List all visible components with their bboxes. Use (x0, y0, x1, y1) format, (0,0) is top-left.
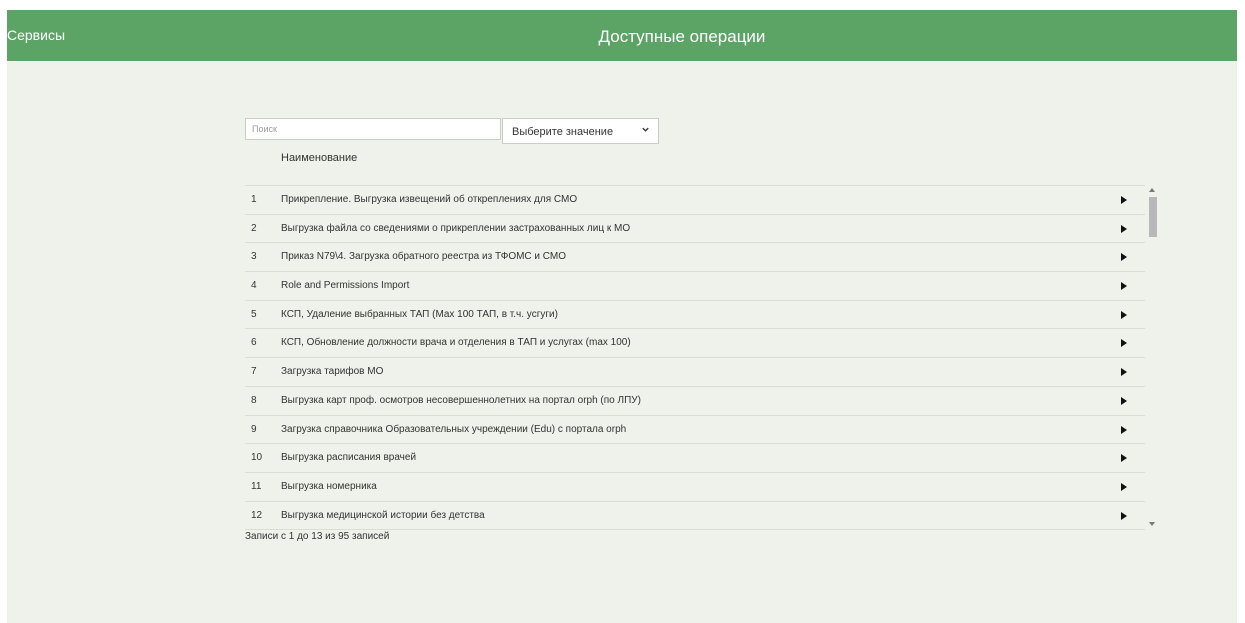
table-row[interactable]: 1 Прикрепление. Выгрузка извещений об отк… (245, 186, 1145, 215)
play-arrow-icon[interactable] (1121, 310, 1127, 319)
play-arrow-icon[interactable] (1121, 396, 1127, 405)
table-row[interactable]: 2 Выгрузка файла со сведениями о прикрепл… (245, 215, 1145, 244)
scroll-down-icon[interactable] (1149, 522, 1155, 526)
table-row[interactable]: 12 Выгрузка медицинской истории без детст… (245, 502, 1145, 530)
chevron-down-icon (642, 127, 649, 132)
table-row[interactable]: 9 Загрузка справочника Образовательных уч… (245, 416, 1145, 445)
row-number: 6 (251, 337, 257, 349)
play-arrow-icon[interactable] (1121, 196, 1127, 204)
row-operation-name: Выгрузка номерника (281, 480, 377, 492)
table-row[interactable]: 7 Загрузка тарифов МО (245, 358, 1145, 387)
scroll-up-icon[interactable] (1149, 188, 1155, 192)
records-info: Записи с 1 до 13 из 95 записей (245, 531, 390, 542)
search-input[interactable] (245, 118, 501, 140)
top-header-bar: Сервисы Доступные операции (7, 10, 1237, 61)
row-number: 5 (251, 308, 257, 320)
play-arrow-icon[interactable] (1121, 368, 1127, 377)
row-number: 9 (251, 423, 257, 435)
row-number: 2 (251, 222, 257, 234)
table-row[interactable]: 11 Выгрузка номерника (245, 473, 1145, 502)
row-operation-name: Выгрузка карт проф. осмотров несовершенн… (281, 394, 641, 406)
row-number: 12 (251, 509, 263, 521)
table-row[interactable]: 10 Выгрузка расписания врачей (245, 444, 1145, 473)
row-operation-name: Выгрузка файла со сведениями о прикрепле… (281, 222, 631, 234)
row-number: 8 (251, 394, 257, 406)
row-number: 11 (251, 480, 262, 492)
table-row[interactable]: 4 Role and Permissions Import (245, 272, 1145, 301)
row-number: 4 (251, 280, 257, 292)
play-arrow-icon[interactable] (1121, 282, 1127, 291)
row-operation-name: Загрузка справочника Образовательных учр… (281, 423, 627, 435)
page-title: Доступные операции (598, 27, 766, 46)
row-number: 1 (251, 194, 257, 205)
row-operation-name: КСП, Обновление должности врача и отделе… (281, 337, 631, 349)
play-arrow-icon[interactable] (1121, 511, 1127, 520)
row-operation-name: Выгрузка медицинской истории без детства (281, 509, 485, 521)
row-number: 7 (251, 366, 257, 378)
filter-select[interactable]: Выберите значение (502, 118, 659, 144)
play-arrow-icon[interactable] (1121, 454, 1127, 463)
row-operation-name: Прикрепление. Выгрузка извещений об откр… (281, 194, 578, 205)
table-row[interactable]: 8 Выгрузка карт проф. осмотров несовершен… (245, 387, 1145, 416)
row-operation-name: Приказ N79\4. Загрузка обратного реестра… (281, 251, 567, 263)
play-arrow-icon[interactable] (1121, 339, 1127, 348)
row-number: 3 (251, 251, 257, 263)
row-operation-name: Выгрузка расписания врачей (281, 452, 417, 464)
row-operation-name: КСП, Удаление выбранных ТАП (Max 100 ТАП… (281, 308, 558, 320)
play-arrow-icon[interactable] (1121, 253, 1127, 262)
table-row[interactable]: 3 Приказ N79\4. Загрузка обратного реестр… (245, 243, 1145, 273)
play-arrow-icon[interactable] (1121, 482, 1127, 491)
play-arrow-icon[interactable] (1121, 425, 1127, 434)
scrollbar-thumb[interactable] (1149, 197, 1157, 237)
column-header-name[interactable]: Наименование (281, 152, 357, 164)
row-operation-name: Загрузка тарифов МО (281, 366, 384, 378)
filter-select-value: Выберите значение (512, 126, 614, 138)
play-arrow-icon[interactable] (1121, 224, 1127, 233)
table-scrollbar[interactable] (1146, 186, 1158, 528)
table-row[interactable]: 6 КСП, Обновление должности врача и отдел… (245, 329, 1145, 359)
row-number: 10 (251, 452, 263, 464)
operations-table: 1 Прикрепление. Выгрузка извещений об отк… (245, 185, 1145, 530)
row-operation-name: Role and Permissions Import (281, 280, 410, 292)
table-row[interactable]: 5 КСП, Удаление выбранных ТАП (Max 100 ТА… (245, 301, 1145, 330)
